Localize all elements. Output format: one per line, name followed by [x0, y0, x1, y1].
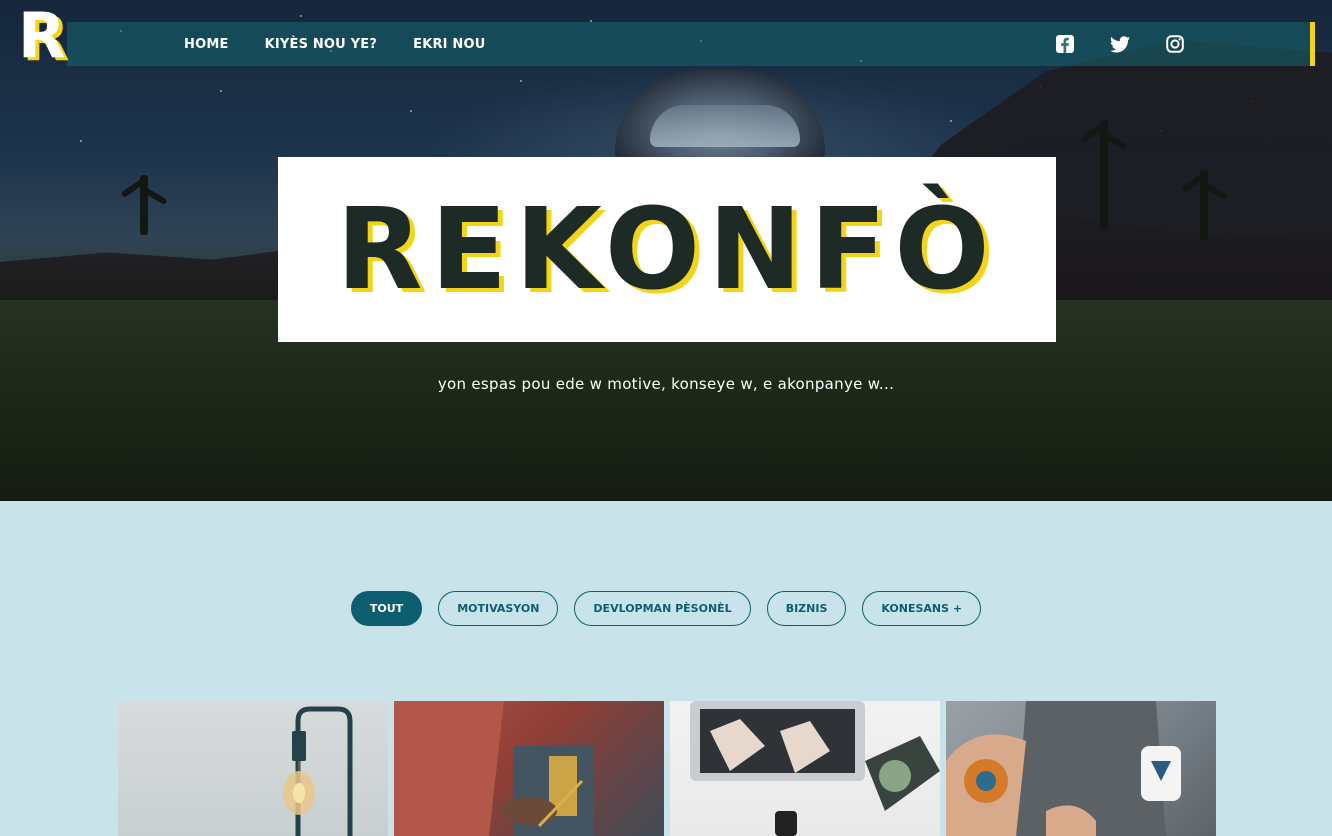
- laptop-image: [690, 701, 940, 836]
- top-navbar: HOME KIYÈS NOU YE? EKRI NOU: [67, 22, 1315, 66]
- post-card[interactable]: [670, 701, 940, 836]
- category-filters: TOUT MOTIVASYON DEVLOPMAN PÈSONÈL BIZNIS…: [0, 591, 1332, 626]
- facebook-icon[interactable]: [1055, 34, 1075, 54]
- filter-all[interactable]: TOUT: [350, 591, 423, 626]
- filter-business[interactable]: BIZNIS: [766, 591, 847, 626]
- post-card[interactable]: [946, 701, 1216, 836]
- instagram-icon[interactable]: [1165, 34, 1185, 54]
- drawing-image: [394, 701, 594, 836]
- site-logo[interactable]: R: [18, 4, 70, 68]
- post-grid: [118, 701, 1222, 836]
- post-card[interactable]: [118, 701, 388, 836]
- nav-contact-link[interactable]: EKRI NOU: [413, 37, 485, 52]
- hero-title-card: REKONFÒ: [278, 157, 1056, 342]
- nav-about-link[interactable]: KIYÈS NOU YE?: [265, 37, 378, 52]
- nav-home-link[interactable]: HOME: [184, 37, 229, 52]
- lamp-image: [283, 706, 353, 836]
- twitter-icon[interactable]: [1110, 34, 1130, 54]
- main-nav: HOME KIYÈS NOU YE? EKRI NOU: [184, 22, 522, 66]
- post-card[interactable]: [394, 701, 664, 836]
- social-links: [1055, 22, 1220, 66]
- filter-motivation[interactable]: MOTIVASYON: [438, 591, 559, 626]
- hero-title: REKONFÒ: [336, 184, 998, 315]
- tattoo-arm-image: [946, 701, 1181, 836]
- filter-knowledge[interactable]: KONESANS +: [862, 591, 982, 626]
- hero-banner: REKONFÒ yon espas pou ede w motive, kons…: [0, 0, 1332, 501]
- hero-tagline: yon espas pou ede w motive, konseye w, e…: [437, 375, 895, 393]
- filter-personal-development[interactable]: DEVLOPMAN PÈSONÈL: [574, 591, 751, 626]
